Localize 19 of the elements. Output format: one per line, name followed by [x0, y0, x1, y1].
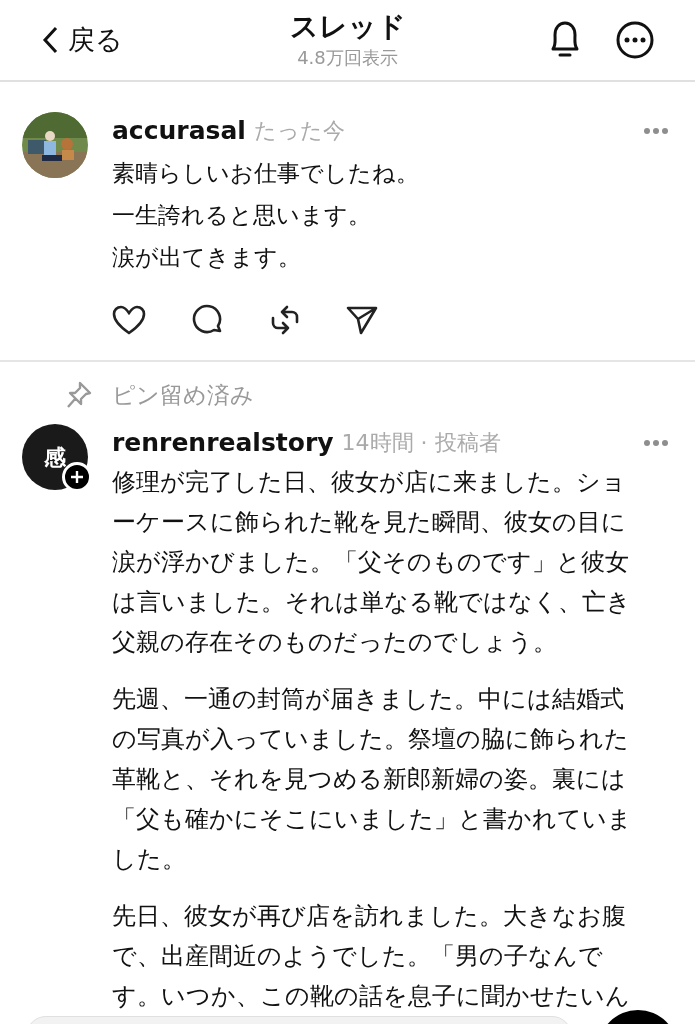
send-icon[interactable] — [346, 304, 378, 335]
username[interactable]: renrenrealstory — [112, 424, 334, 462]
comment-text: 素晴らしいお仕事でしたね。 一生誇れると思います。 涙が出てきます。 — [112, 158, 420, 272]
view-count: 4.8万回表示 — [297, 45, 398, 70]
heart-icon[interactable] — [112, 304, 146, 335]
more-icon[interactable] — [615, 20, 655, 60]
back-button[interactable]: 戻る — [40, 19, 240, 61]
post-meta: 14時間 · 投稿者 — [341, 429, 501, 458]
repost-icon[interactable] — [270, 303, 300, 336]
post-paragraph: 修理が完了した日、彼女が店に来ました。ショ ーケースに飾られた靴を見た瞬間、彼女の目に 涙が浮かびました。「父そのものです」と彼女 は言いました。それは単なる靴ではなく、亡き 父親の存在そのものだったのでしょう。 — [112, 466, 632, 658]
username[interactable]: accurasal — [112, 112, 246, 150]
post-paragraph: 先日、彼女が再び店を訪れました。大きなお腹 で、出産間近のようでした。「男の子なんで す。いつか、この靴の話を息子に聞かせたいん — [112, 900, 631, 1012]
post-time: たった今 — [253, 117, 345, 146]
back-chevron-icon — [40, 25, 60, 55]
page-title: スレッド — [289, 9, 406, 44]
pin-icon — [66, 380, 92, 409]
post-paragraph: 先週、一通の封筒が届きました。中には結婚式 の写真が入っていました。祭壇の脇に飾られた 革靴と、それを見つめる新郎新婦の姿。裏には 「父も確かにそこにいました」と書かれていま した。 — [112, 683, 633, 875]
comment-icon[interactable] — [192, 303, 224, 336]
pinned-label: ピン留め済み — [112, 380, 254, 410]
